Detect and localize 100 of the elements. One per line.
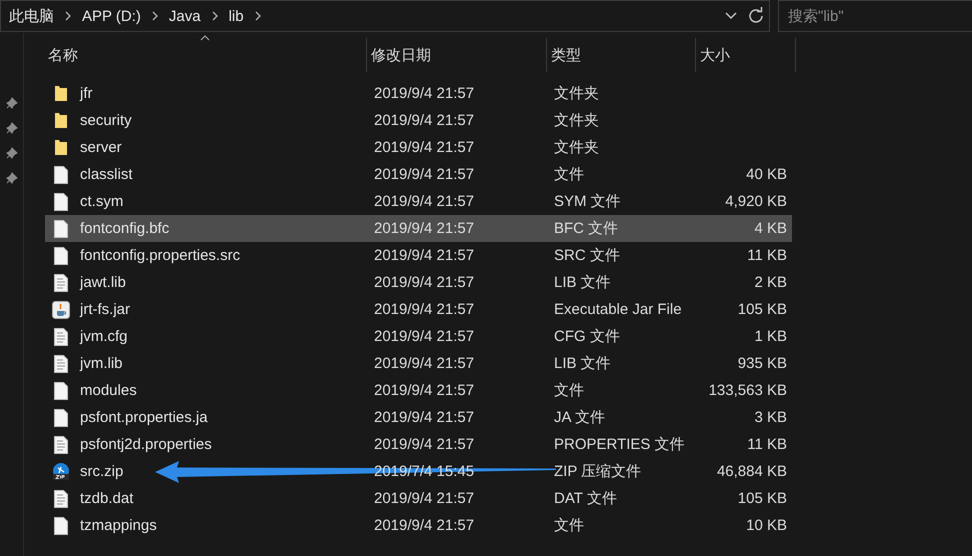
column-header[interactable]: 大小 [696,38,796,72]
file-name[interactable]: ct.sym [80,193,124,210]
modified-date: 2019/9/4 21:57 [374,247,474,264]
file-name[interactable]: psfont.properties.ja [80,409,208,426]
file-name[interactable]: fontconfig.properties.src [80,247,240,264]
file-row[interactable]: fontconfig.bfc 2019/9/4 21:57 BFC 文件 4 KB [45,215,792,242]
dropdown-icon[interactable] [725,12,737,20]
file-size: 105 KB [738,490,787,507]
file-type: DAT 文件 [554,490,617,507]
file-icon [54,166,68,184]
breadcrumb[interactable]: lib [228,8,244,24]
breadcrumb[interactable]: Java [168,8,201,24]
file-type: 文件夹 [554,85,599,102]
file-name[interactable]: fontconfig.bfc [80,220,170,237]
file-name[interactable]: classlist [80,166,133,183]
text-file-icon [54,328,68,346]
file-type: BFC 文件 [554,220,618,237]
column-header[interactable]: 类型 [547,38,696,72]
file-size: 10 KB [746,517,787,534]
modified-date: 2019/9/4 21:57 [374,112,474,129]
file-icon [54,220,68,238]
modified-date: 2019/9/4 21:57 [374,139,474,156]
file-size: 133,563 KB [708,382,787,399]
file-type: ZIP 压缩文件 [554,463,642,480]
file-name[interactable]: modules [80,382,137,399]
modified-date: 2019/9/4 21:57 [374,193,474,210]
text-file-icon [54,354,68,372]
file-size: 1 KB [754,328,787,345]
pin-icon[interactable] [6,97,18,109]
file-size: 46,884 KB [716,463,787,480]
file-name[interactable]: src.zip [80,463,124,480]
chevron-icon[interactable] [64,10,72,22]
zip-archive-icon [52,462,70,480]
file-size: 4,920 KB [725,193,787,210]
file-type: LIB 文件 [554,274,611,291]
file-name[interactable]: tzmappings [80,517,157,534]
folder-icon [54,139,68,156]
pin-icon[interactable] [6,122,18,134]
file-type: PROPERTIES 文件 [554,436,685,453]
modified-date: 2019/9/4 21:57 [374,409,474,426]
file-icon [54,516,68,534]
file-name[interactable]: security [80,112,132,129]
file-size: 40 KB [746,166,787,183]
refresh-icon[interactable] [747,7,765,25]
column-header[interactable]: 名称 [45,38,367,72]
pin-icon[interactable] [6,147,18,159]
file-type: LIB 文件 [554,355,611,372]
file-name[interactable]: tzdb.dat [80,490,134,507]
modified-date: 2019/9/4 21:57 [374,517,474,534]
modified-date: 2019/9/4 21:57 [374,274,474,291]
pin-icon[interactable] [6,172,18,184]
column-header[interactable]: 修改日期 [367,38,547,72]
coffee-cup-icon [52,300,70,318]
file-icon [54,382,68,400]
file-icon [54,192,68,210]
breadcrumb[interactable]: 此电脑 [9,6,54,26]
file-type: SYM 文件 [554,193,621,210]
modified-date: 2019/9/4 21:57 [374,382,474,399]
file-icon [54,246,68,264]
file-type: 文件 [554,382,584,399]
file-type: Executable Jar File [554,301,682,318]
file-icon [54,408,68,426]
file-type: CFG 文件 [554,328,620,345]
file-type: 文件夹 [554,139,599,156]
file-size: 935 KB [738,355,787,372]
file-name[interactable]: jvm.cfg [80,328,128,345]
chevron-icon[interactable] [150,10,159,22]
file-type: 文件夹 [554,112,599,129]
file-size: 11 KB [747,436,787,453]
file-name[interactable]: psfontj2d.properties [80,436,212,453]
file-size: 11 KB [747,247,787,264]
file-size: 2 KB [754,274,787,291]
modified-date: 2019/9/4 21:57 [374,328,474,345]
modified-date: 2019/9/4 21:57 [374,490,474,507]
modified-date: 2019/9/4 21:57 [374,166,474,183]
file-size: 3 KB [754,409,787,426]
search-field[interactable]: 搜索"lib" [778,0,972,32]
modified-date: 2019/9/4 21:57 [374,301,474,318]
file-name[interactable]: jrt-fs.jar [80,301,130,318]
modified-date: 2019/9/4 21:57 [374,85,474,102]
file-name[interactable]: server [80,139,122,156]
breadcrumb[interactable]: APP (D:) [82,8,141,24]
file-name[interactable]: jvm.lib [80,355,123,372]
modified-date: 2019/9/4 21:57 [374,355,474,372]
text-file-icon [54,490,68,508]
file-name[interactable]: jfr [80,85,92,102]
folder-icon [54,85,68,102]
file-type: 文件 [554,166,584,183]
chevron-icon[interactable] [210,10,219,22]
chevron-icon[interactable] [254,10,262,22]
file-size: 4 KB [754,220,787,237]
text-file-icon [54,436,68,454]
modified-date: 2019/9/4 21:57 [374,220,474,237]
modified-date: 2019/9/4 21:57 [374,436,474,453]
file-name[interactable]: jawt.lib [80,274,126,291]
text-file-icon [54,274,68,292]
file-type: 文件 [554,517,584,534]
folder-icon [54,112,68,129]
file-type: JA 文件 [554,409,605,426]
file-size: 105 KB [738,301,787,318]
